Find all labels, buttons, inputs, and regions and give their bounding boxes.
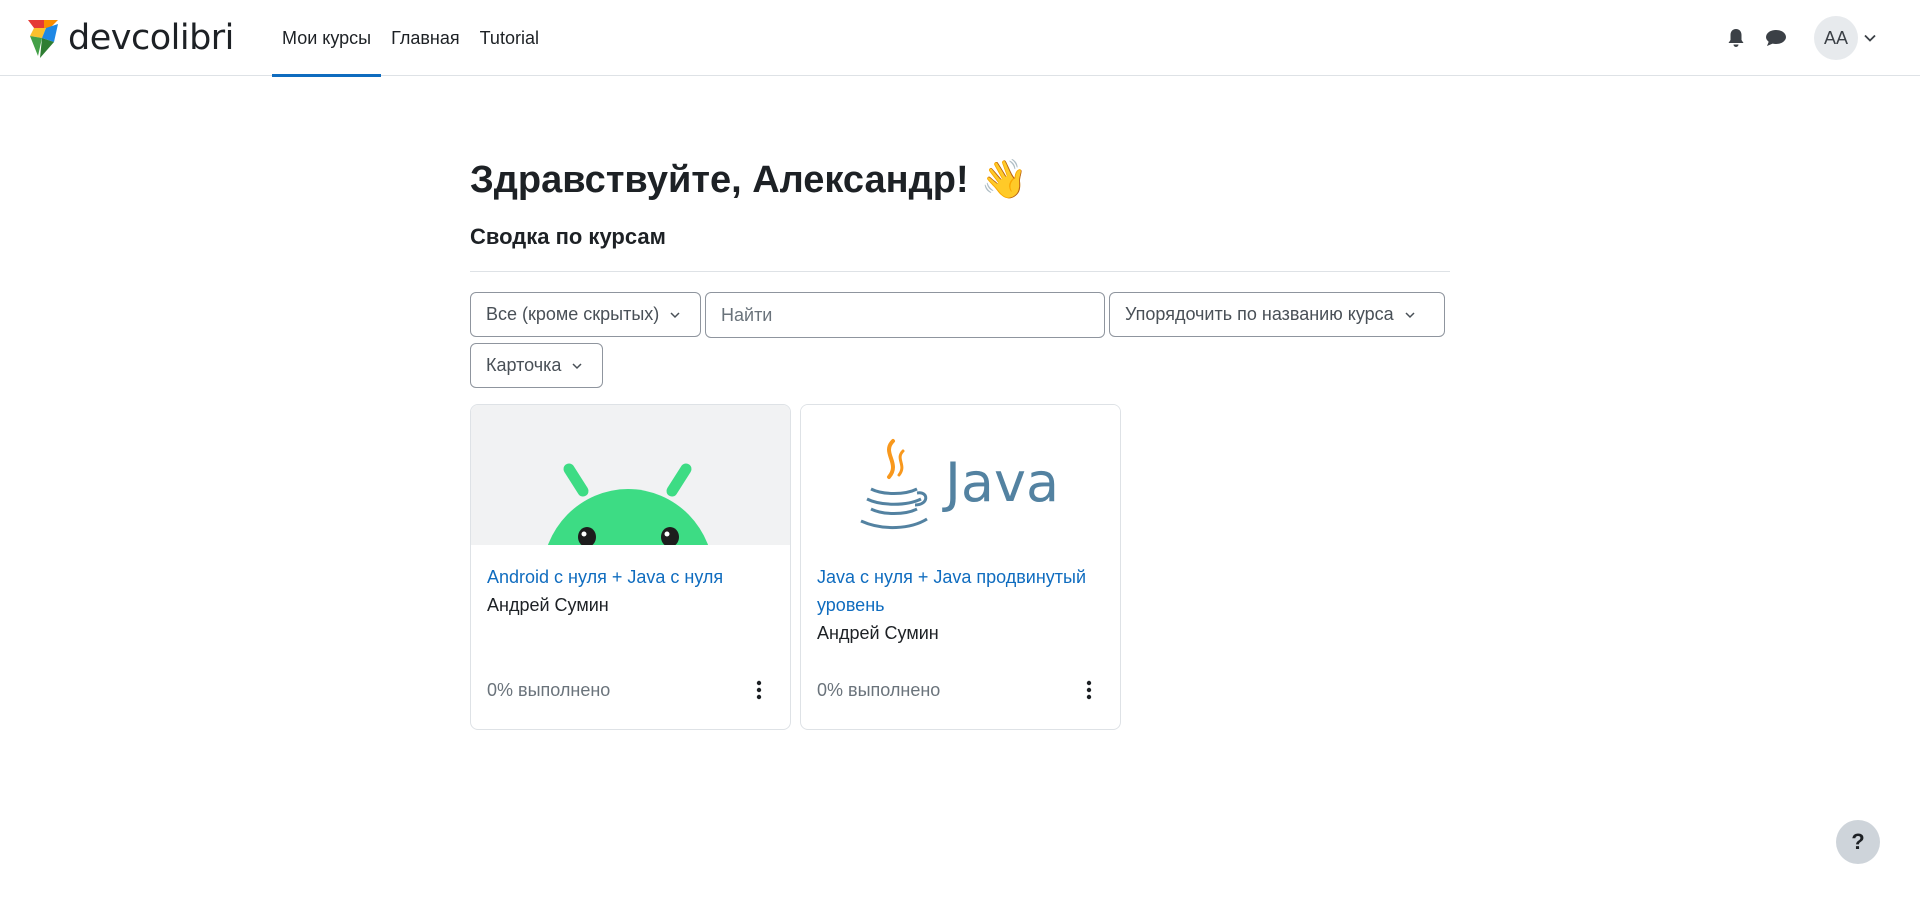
site-logo[interactable]: devcolibri: [24, 16, 234, 60]
android-robot-icon: [547, 463, 709, 545]
kebab-icon: [1086, 680, 1092, 700]
bell-icon: [1728, 29, 1744, 47]
waving-hand-icon: 👋: [980, 159, 1028, 201]
nav-home[interactable]: Главная: [381, 0, 470, 76]
top-navbar: devcolibri Мои курсы Главная Tutorial AA: [0, 0, 1920, 77]
chevron-down-icon: [670, 311, 680, 318]
java-logo-icon: Java: [860, 439, 1059, 530]
course-card-footer: 0% выполнено: [487, 675, 774, 705]
page-title: Здравствуйте, Александр! 👋: [470, 150, 1450, 210]
greeting-text: Здравствуйте, Александр!: [470, 158, 969, 201]
course-actions-button[interactable]: [1074, 675, 1104, 705]
colibri-logo-icon: [28, 20, 58, 58]
course-image[interactable]: [471, 405, 790, 545]
course-title-link[interactable]: Java с нуля + Java продвинутый уровень: [817, 563, 1104, 619]
course-search-input[interactable]: [705, 292, 1105, 338]
notifications-button[interactable]: [1716, 16, 1756, 60]
section-divider: [470, 271, 1450, 272]
user-avatar[interactable]: AA: [1814, 16, 1858, 60]
chevron-down-icon: [1864, 34, 1876, 42]
help-button[interactable]: ?: [1836, 820, 1880, 864]
course-image[interactable]: Java: [801, 405, 1120, 545]
chevron-down-icon: [1405, 311, 1415, 318]
course-card: Java Java с нуля + Java продвинутый уров…: [800, 404, 1121, 730]
nav-my-courses[interactable]: Мои курсы: [272, 0, 382, 77]
brand-name: devcolibri: [68, 18, 234, 58]
kebab-icon: [756, 680, 762, 700]
course-actions-button[interactable]: [744, 675, 774, 705]
user-menu-toggle[interactable]: [1858, 16, 1882, 60]
user-actions: AA: [1716, 16, 1882, 60]
grouping-label: Все (кроме скрытых): [486, 304, 660, 324]
sort-label: Упорядочить по названию курса: [1125, 304, 1394, 324]
course-overview-heading: Сводка по курсам: [470, 224, 666, 249]
view-dropdown[interactable]: Карточка: [470, 343, 603, 388]
course-progress: 0% выполнено: [487, 679, 611, 700]
view-label: Карточка: [486, 355, 562, 375]
chat-bubble-icon: [1766, 30, 1786, 46]
java-logo-text: Java: [942, 451, 1059, 514]
course-card: Android с нуля + Java с нуля Андрей Суми…: [470, 404, 791, 730]
main-content: Здравствуйте, Александр! 👋 Сводка по кур…: [470, 150, 1450, 730]
course-card-footer: 0% выполнено: [817, 675, 1104, 705]
grouping-dropdown[interactable]: Все (кроме скрытых): [470, 292, 701, 337]
course-author: Андрей Сумин: [817, 623, 939, 643]
sort-dropdown[interactable]: Упорядочить по названию курса: [1109, 292, 1445, 337]
primary-navigation: Мои курсы Главная Tutorial: [272, 0, 549, 77]
course-progress: 0% выполнено: [817, 679, 941, 700]
messages-button[interactable]: [1756, 16, 1796, 60]
course-author: Андрей Сумин: [487, 595, 609, 615]
course-title-link[interactable]: Android с нуля + Java с нуля: [487, 563, 774, 591]
nav-tutorial[interactable]: Tutorial: [470, 0, 549, 76]
chevron-down-icon: [572, 362, 582, 369]
